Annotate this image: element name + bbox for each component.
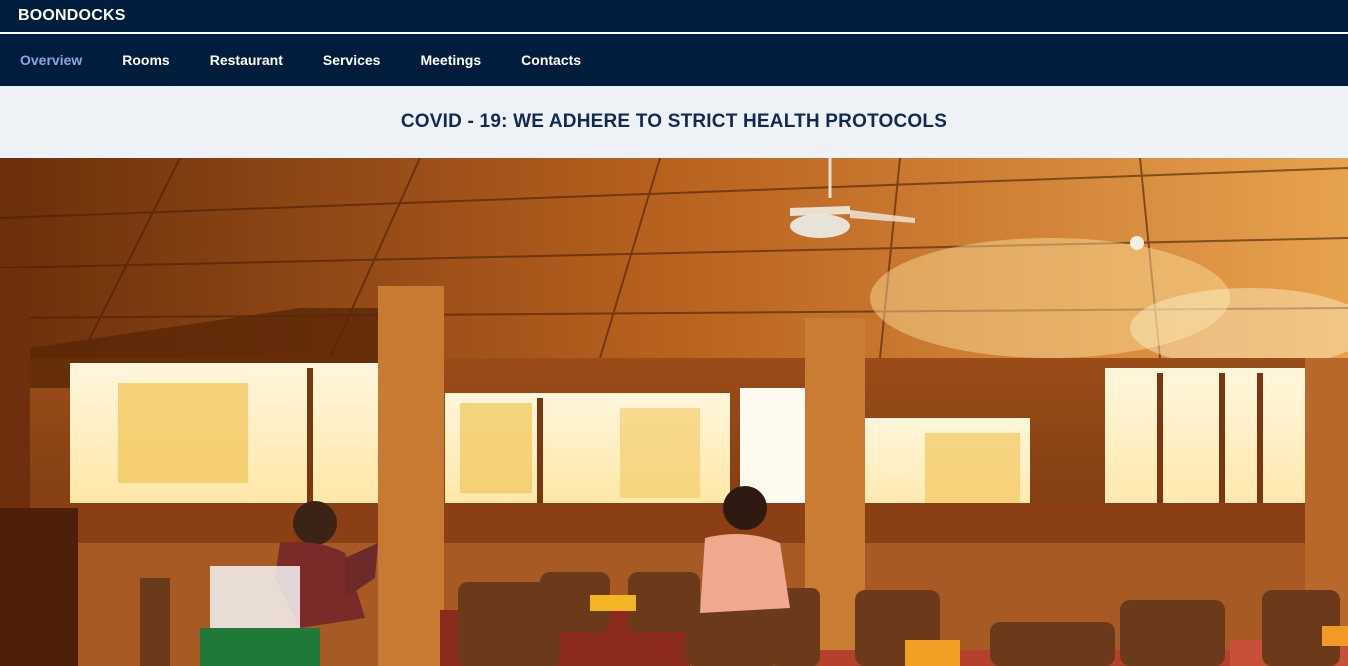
nav-item-restaurant[interactable]: Restaurant	[210, 52, 283, 68]
site-header: BOONDOCKS Overview Rooms Restaurant Serv…	[0, 0, 1348, 86]
covid-notice-banner: COVID - 19: WE ADHERE TO STRICT HEALTH P…	[0, 86, 1348, 158]
covid-notice-text: COVID - 19: WE ADHERE TO STRICT HEALTH P…	[400, 111, 948, 132]
wooden-pillar	[378, 286, 444, 666]
ceiling-light	[1130, 236, 1144, 250]
nav-item-rooms[interactable]: Rooms	[122, 52, 169, 68]
nav-item-meetings[interactable]: Meetings	[420, 52, 481, 68]
restaurant-interior-illustration	[0, 158, 1348, 666]
hero-image	[0, 158, 1348, 666]
main-nav: Overview Rooms Restaurant Services Meeti…	[0, 34, 1348, 86]
green-crate	[200, 628, 320, 666]
brand-logo-text[interactable]: BOONDOCKS	[18, 7, 126, 25]
nav-item-services[interactable]: Services	[323, 52, 381, 68]
brand-bar: BOONDOCKS	[0, 0, 1348, 34]
nav-item-overview[interactable]: Overview	[20, 52, 82, 68]
nav-item-contacts[interactable]: Contacts	[521, 52, 581, 68]
